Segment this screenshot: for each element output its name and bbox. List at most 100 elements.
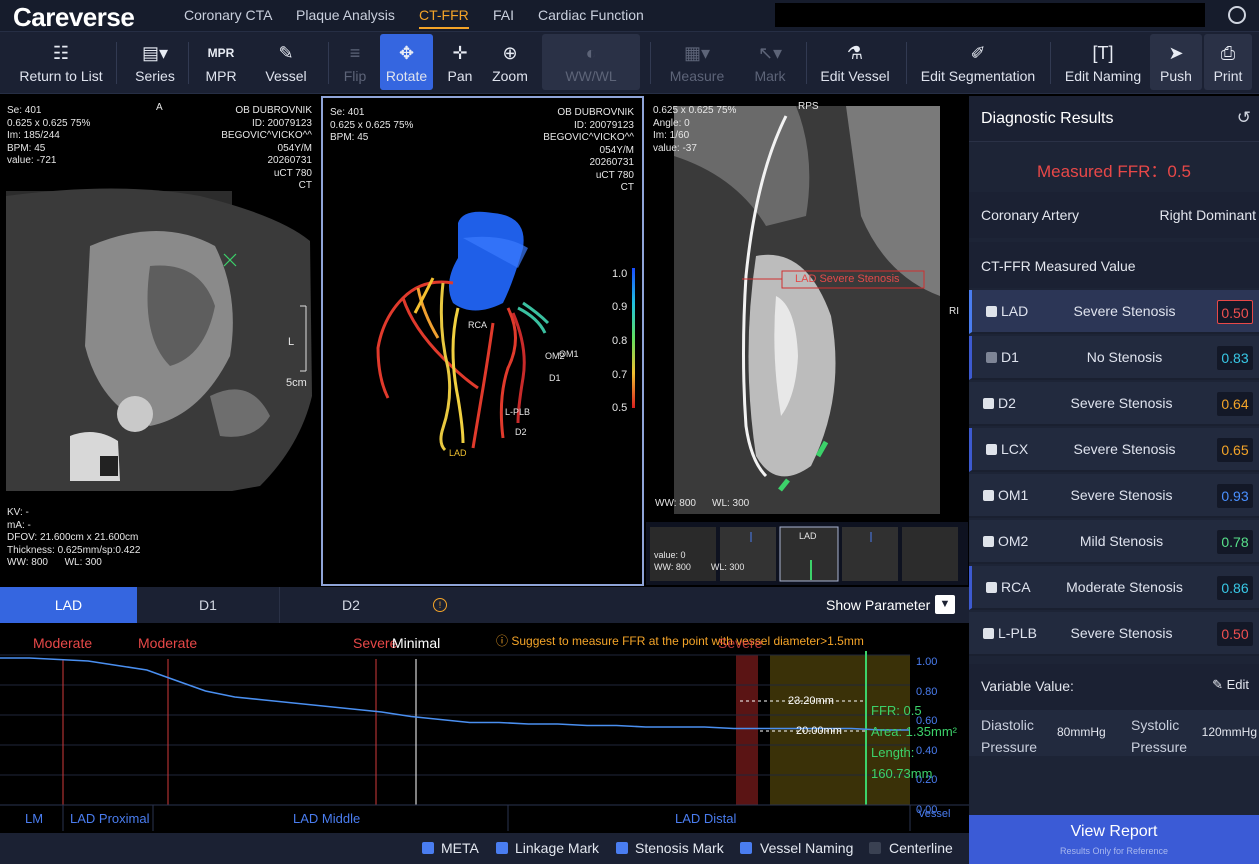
pan-icon: ✛ [452,43,468,63]
zoom-icon: ⊕ [502,43,518,63]
tab-plaque-analysis[interactable]: Plaque Analysis [296,7,395,23]
volume-3d-viewport[interactable]: Se: 401 0.625 x 0.625 75% BPM: 45 OB DUBRO… [321,96,644,586]
results-title: Diagnostic Results [981,110,1114,127]
systolic-value: 120mmHg [1201,725,1257,739]
series-icon: ▤▾ [141,43,169,63]
display-options-bar: META Linkage Mark Stenosis Mark Vessel N… [0,833,969,864]
tab-ct-ffr[interactable]: CT-FFR [419,7,469,29]
artery-status: Severe Stenosis [1070,395,1173,411]
mark-button[interactable]: ↖▾ Mark [744,34,796,90]
vessel-button[interactable]: ✎ Vessel [258,34,314,90]
print-button[interactable]: ⎙ Print [1204,34,1252,90]
artery-row-d1[interactable]: D1 No Stenosis 0.83 [969,336,1259,380]
artery-checkbox[interactable] [986,582,997,593]
series-button[interactable]: ▤▾ Series [128,34,182,90]
artery-row-l-plb[interactable]: L-PLB Severe Stenosis 0.50 [969,612,1259,656]
checkbox-vessel-naming[interactable] [740,842,752,854]
cpr-orient-right: RI [949,306,959,317]
stenosis-label-3: Severe [353,635,398,651]
stenosis-annotation[interactable]: LAD Severe Stenosis [795,273,900,286]
artery-checkbox[interactable] [983,398,994,409]
artery-ffr-value: 0.83 [1217,346,1253,370]
edit-button[interactable]: ✎ Edit [1212,677,1249,693]
wwwl-label: WW/WL [565,68,617,84]
send-icon: ➤ [1168,43,1184,63]
artery-status: Moderate Stenosis [1066,579,1183,595]
vessel-tab-lad[interactable]: LAD [0,587,137,623]
artery-checkbox[interactable] [986,444,997,455]
meta-label: META [441,840,479,856]
stenosis-label-1: Moderate [33,635,93,651]
artery-checkbox[interactable] [986,306,997,317]
stenosis-mark-label: Stenosis Mark [635,840,724,856]
rotate-button[interactable]: ✥ Rotate [380,34,433,90]
checkbox-centerline[interactable] [869,842,881,854]
pan-button[interactable]: ✛ Pan [439,34,481,90]
arrow-icon: ↖▾ [757,43,783,63]
suggestion-text: Suggest to measure FFR at the point with… [511,634,864,648]
user-icon[interactable] [1228,6,1246,24]
stenosis-label-4: Minimal [392,635,441,651]
mpr-button[interactable]: MPR MPR [198,34,244,90]
artery-name: D2 [998,395,1016,411]
edit-naming-button[interactable]: [T] Edit Naming [1062,34,1144,90]
show-parameter-label: Show Parameter [826,597,931,613]
measure-label: Measure [669,68,725,84]
view-report-label: View Report [1070,823,1158,840]
artery-ffr-value: 0.64 [1217,392,1253,416]
artery-row-d2[interactable]: D2 Severe Stenosis 0.64 [969,382,1259,426]
tab-coronary-cta[interactable]: Coronary CTA [184,7,272,23]
cpr-viewport[interactable]: 0.625 x 0.625 75% Angle: 0 Im: 1/60 value: … [646,96,968,520]
refresh-icon[interactable]: ↺ [1237,108,1251,128]
axial-viewport[interactable]: Se: 401 0.625 x 0.625 75% Im: 185/244 BPM: … [0,96,320,585]
scale-0-7: 0.7 [612,369,628,381]
axial-orient-top: A [156,102,163,113]
vessel-tab-d1[interactable]: D1 [137,587,280,623]
measure-button[interactable]: ▦▾ Measure [664,34,730,90]
tab-cardiac-function[interactable]: Cardiac Function [538,7,644,23]
artery-checkbox[interactable] [986,352,997,363]
text-icon: [T] [1092,43,1114,63]
artery-row-rca[interactable]: RCA Moderate Stenosis 0.86 [969,566,1259,610]
diastolic-value: 80mmHg [1057,725,1106,739]
edit-vessel-button[interactable]: ⚗ Edit Vessel [816,34,894,90]
edit-segmentation-button[interactable]: ✐ Edit Segmentation [918,34,1038,90]
view-report-button[interactable]: View Report Results Only for Reference [969,815,1259,864]
measured-ffr: Measured FFR：0.5 [969,143,1259,191]
flip-label: Flip [343,68,367,84]
diastolic-label: Diastolic Pressure [981,717,1038,755]
artery-row-lcx[interactable]: LCX Severe Stenosis 0.65 [969,428,1259,472]
ffr-profile-chart[interactable]: ⓘ Suggest to measure FFR at the point wi… [0,623,969,833]
edit-vessel-label: Edit Vessel [820,68,890,84]
tab-fai[interactable]: FAI [493,7,514,23]
linkage-mark-label: Linkage Mark [515,840,600,856]
volume-info-tl: Se: 401 0.625 x 0.625 75% BPM: 45 [330,107,414,143]
thumb-info: value: 0 WW: 800 WL: 300 [654,550,745,572]
vessel-icon: ✎ [278,43,294,63]
pan-label: Pan [447,68,473,84]
warning-icon[interactable]: ! [433,598,447,612]
dimension-2: 20.00mm [796,725,842,737]
wwwl-button[interactable]: ◐ WW/WL [542,34,640,90]
artery-ffr-value: 0.65 [1217,438,1253,462]
artery-row-om2[interactable]: OM2 Mild Stenosis 0.78 [969,520,1259,564]
artery-checkbox[interactable] [983,628,994,639]
zoom-button[interactable]: ⊕ Zoom [487,34,533,90]
flip-button[interactable]: ≡ Flip [336,34,374,90]
checkbox-meta[interactable] [422,842,434,854]
checkbox-linkage-mark[interactable] [496,842,508,854]
edit-vessel-icon: ⚗ [846,43,864,63]
label-rca: RCA [468,320,488,330]
cpr-ww: WW: 800 [655,498,696,509]
vessel-tab-d2[interactable]: D2 [280,587,422,623]
show-parameter-dropdown[interactable]: ▼ [935,595,955,614]
push-button[interactable]: ➤ Push [1150,34,1202,90]
checkbox-stenosis-mark[interactable] [616,842,628,854]
artery-checkbox[interactable] [983,536,994,547]
artery-row-om1[interactable]: OM1 Severe Stenosis 0.93 [969,474,1259,518]
segment-lad-distal: LAD Distal [675,811,737,826]
artery-checkbox[interactable] [983,490,994,501]
artery-name: LCX [1001,441,1029,457]
artery-row-lad[interactable]: LAD Severe Stenosis 0.50 [969,290,1259,334]
return-to-list-button[interactable]: ☷ Return to List [14,34,108,90]
